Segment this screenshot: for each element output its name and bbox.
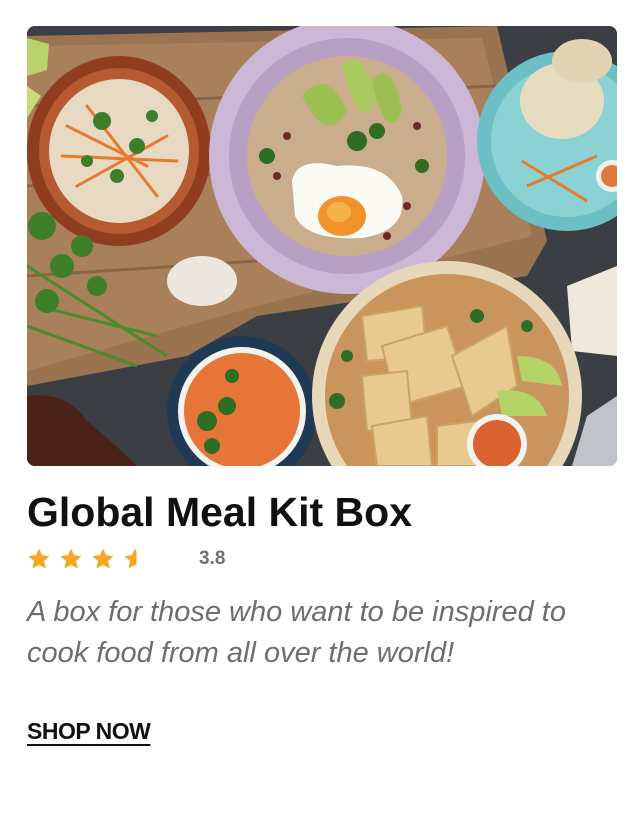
shop-now-link[interactable]: SHOP NOW bbox=[27, 718, 151, 745]
star-icon bbox=[28, 548, 50, 569]
star-icon bbox=[60, 548, 82, 569]
star-half-icon bbox=[124, 548, 137, 569]
product-card: Global Meal Kit Box 3.8 A box for those … bbox=[27, 26, 617, 745]
star-icon bbox=[92, 548, 114, 569]
meal-kit-food-photo[interactable] bbox=[27, 26, 617, 466]
product-description: A box for those who want to be inspired … bbox=[27, 596, 566, 669]
food-photo-illustration bbox=[27, 26, 617, 466]
product-title: Global Meal Kit Box bbox=[27, 489, 412, 535]
rating-value: 3.8 bbox=[199, 548, 226, 569]
star-rating bbox=[27, 547, 199, 571]
rating-row: 3.8 bbox=[27, 546, 617, 572]
